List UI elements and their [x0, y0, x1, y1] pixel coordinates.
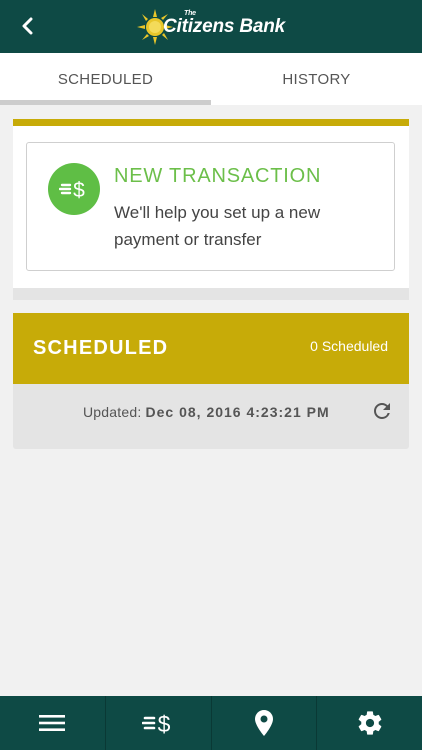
- bank-logo: The Citizens Bank: [137, 0, 285, 53]
- scheduled-title: SCHEDULED: [33, 337, 169, 359]
- scheduled-updated-bar: Updated: Dec 08, 2016 4:23:21 PM: [13, 384, 409, 449]
- transfer-money-icon: $: [142, 711, 171, 737]
- updated-timestamp: Updated: Dec 08, 2016 4:23:21 PM: [83, 404, 330, 420]
- nav-settings-button[interactable]: [317, 696, 422, 750]
- logo-main-text: Citizens Bank: [163, 16, 285, 37]
- updated-value: Dec 08, 2016 4:23:21 PM: [145, 404, 330, 420]
- new-transaction-panel: $ NEW TRANSACTION We'll help you set up …: [13, 119, 409, 300]
- scheduled-count: 0 Scheduled: [310, 338, 388, 354]
- gear-icon: [358, 711, 381, 735]
- logo-text: The Citizens Bank: [163, 10, 285, 37]
- chevron-left-icon: [22, 17, 33, 35]
- scheduled-header: SCHEDULED 0 Scheduled: [13, 313, 409, 384]
- app-header: The Citizens Bank: [0, 0, 422, 53]
- svg-text:$: $: [158, 711, 171, 737]
- tab-scheduled[interactable]: SCHEDULED: [0, 53, 211, 105]
- back-button[interactable]: [14, 13, 40, 39]
- refresh-button[interactable]: [369, 398, 395, 424]
- svg-text:$: $: [73, 179, 85, 202]
- new-transaction-button[interactable]: $ NEW TRANSACTION We'll help you set up …: [26, 142, 395, 271]
- menu-icon: [39, 715, 66, 731]
- tab-bar: SCHEDULED HISTORY: [0, 53, 422, 105]
- bottom-nav: $: [0, 696, 422, 750]
- nav-menu-button[interactable]: [0, 696, 106, 750]
- nav-locations-button[interactable]: [212, 696, 318, 750]
- location-pin-icon: [254, 710, 273, 736]
- new-transaction-description: We'll help you set up a new payment or t…: [114, 203, 321, 249]
- nav-transfer-button[interactable]: $: [106, 696, 212, 750]
- tab-history[interactable]: HISTORY: [211, 53, 422, 105]
- new-transaction-title: NEW TRANSACTION: [114, 165, 322, 187]
- transfer-money-icon: $: [48, 163, 100, 215]
- refresh-icon: [374, 403, 390, 419]
- logo-small-text: The: [184, 10, 196, 17]
- updated-label: Updated:: [83, 404, 146, 420]
